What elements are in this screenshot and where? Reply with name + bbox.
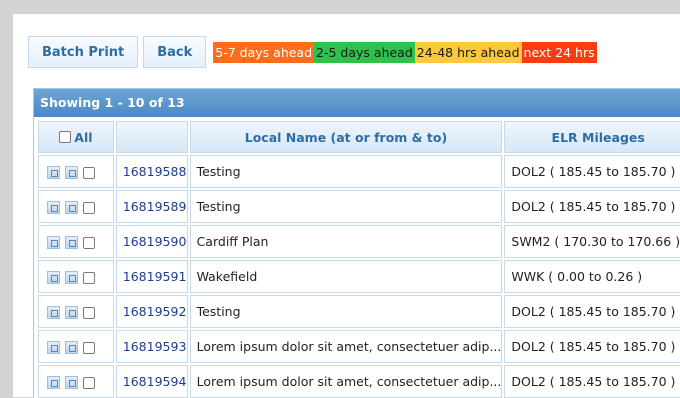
- page-panel: Batch Print Back 5-7 days ahead 2-5 days…: [13, 14, 680, 398]
- row-actions: [38, 295, 114, 328]
- back-button[interactable]: Back: [143, 36, 207, 68]
- edit-icon[interactable]: [65, 236, 78, 249]
- view-icon[interactable]: [47, 166, 60, 179]
- row-id-link[interactable]: 16819590: [115, 225, 188, 258]
- row-id-link[interactable]: 16819589: [115, 190, 188, 223]
- view-icon[interactable]: [47, 271, 60, 284]
- table-row[interactable]: 16819593 Lorem ipsum dolor sit amet, cons…: [38, 330, 680, 363]
- row-id-link[interactable]: 16819588: [115, 155, 188, 188]
- row-actions: [38, 225, 114, 258]
- results-table: All Local Name (at or from & to) ELR Mil…: [36, 119, 680, 398]
- row-checkbox[interactable]: [83, 236, 95, 249]
- row-elr-mileages: DOL2 ( 185.45 to 185.70 ): [504, 190, 680, 223]
- row-elr-mileages: DOL2 ( 185.45 to 185.70 ): [504, 330, 680, 363]
- row-local-name: Testing: [189, 155, 503, 188]
- row-local-name: Cardiff Plan: [189, 225, 503, 258]
- row-id-link[interactable]: 16819592: [115, 295, 188, 328]
- table-row[interactable]: 16819588 Testing DOL2 ( 185.45 to 185.70 ): [38, 155, 680, 188]
- row-actions: [38, 260, 114, 293]
- row-id-link[interactable]: 16819593: [115, 330, 188, 363]
- row-elr-mileages: DOL2 ( 185.45 to 185.70 ): [504, 155, 680, 188]
- header-row: All Local Name (at or from & to) ELR Mil…: [38, 121, 680, 153]
- view-icon[interactable]: [47, 306, 60, 319]
- row-id-link[interactable]: 16819594: [115, 365, 188, 398]
- row-id-link[interactable]: 16819591: [115, 260, 188, 293]
- row-actions: [38, 365, 114, 398]
- row-actions: [38, 190, 114, 223]
- select-all-label: All: [74, 129, 93, 145]
- elr-mileages-column-header[interactable]: ELR Mileages: [504, 121, 680, 153]
- row-checkbox[interactable]: [83, 201, 95, 214]
- row-elr-mileages: SWM2 ( 170.30 to 170.66 ): [504, 225, 680, 258]
- legend-next-24-hrs: next 24 hrs: [521, 41, 597, 63]
- view-icon[interactable]: [47, 201, 60, 214]
- legend-2-5-days: 2-5 days ahead: [314, 41, 415, 63]
- table-row[interactable]: 16819594 Lorem ipsum dolor sit amet, cons…: [38, 365, 680, 398]
- row-local-name: Testing: [189, 295, 503, 328]
- row-checkbox[interactable]: [83, 341, 95, 354]
- row-actions: [38, 330, 114, 363]
- id-column-header[interactable]: [115, 121, 188, 153]
- batch-print-button[interactable]: Batch Print: [28, 36, 139, 68]
- row-local-name: Wakefield: [189, 260, 503, 293]
- edit-icon[interactable]: [65, 341, 78, 354]
- row-elr-mileages: DOL2 ( 185.45 to 185.70 ): [504, 295, 680, 328]
- edit-icon[interactable]: [65, 166, 78, 179]
- grid-caption: Showing 1 - 10 of 13: [34, 89, 680, 117]
- legend-24-48-hrs: 24-48 hrs ahead: [414, 41, 522, 63]
- row-local-name: Testing: [189, 190, 503, 223]
- table-row[interactable]: 16819589 Testing DOL2 ( 185.45 to 185.70 ): [38, 190, 680, 223]
- edit-icon[interactable]: [65, 306, 78, 319]
- view-icon[interactable]: [47, 236, 60, 249]
- row-local-name: Lorem ipsum dolor sit amet, consectetuer…: [189, 365, 503, 398]
- table-row[interactable]: 16819591 Wakefield WWK ( 0.00 to 0.26 ): [38, 260, 680, 293]
- table-row[interactable]: 16819590 Cardiff Plan SWM2 ( 170.30 to 170…: [38, 225, 680, 258]
- row-elr-mileages: WWK ( 0.00 to 0.26 ): [504, 260, 680, 293]
- toolbar: Batch Print Back 5-7 days ahead 2-5 days…: [28, 36, 597, 68]
- row-checkbox[interactable]: [83, 306, 95, 319]
- row-local-name: Lorem ipsum dolor sit amet, consectetuer…: [189, 330, 503, 363]
- row-checkbox[interactable]: [83, 166, 95, 179]
- row-elr-mileages: DOL2 ( 185.45 to 185.70 ): [504, 365, 680, 398]
- select-all-header[interactable]: All: [38, 121, 114, 153]
- row-checkbox[interactable]: [83, 271, 95, 284]
- legend-5-7-days: 5-7 days ahead: [213, 41, 315, 63]
- select-all-checkbox[interactable]: [59, 131, 72, 143]
- edit-icon[interactable]: [65, 201, 78, 214]
- edit-icon[interactable]: [65, 271, 78, 284]
- priority-legend: 5-7 days ahead 2-5 days ahead 24-48 hrs …: [213, 41, 597, 63]
- local-name-column-header[interactable]: Local Name (at or from & to): [189, 121, 503, 153]
- row-actions: [38, 155, 114, 188]
- table-row[interactable]: 16819592 Testing DOL2 ( 185.45 to 185.70 ): [38, 295, 680, 328]
- view-icon[interactable]: [47, 341, 60, 354]
- results-grid: Showing 1 - 10 of 13 All Local Name (at …: [33, 88, 680, 398]
